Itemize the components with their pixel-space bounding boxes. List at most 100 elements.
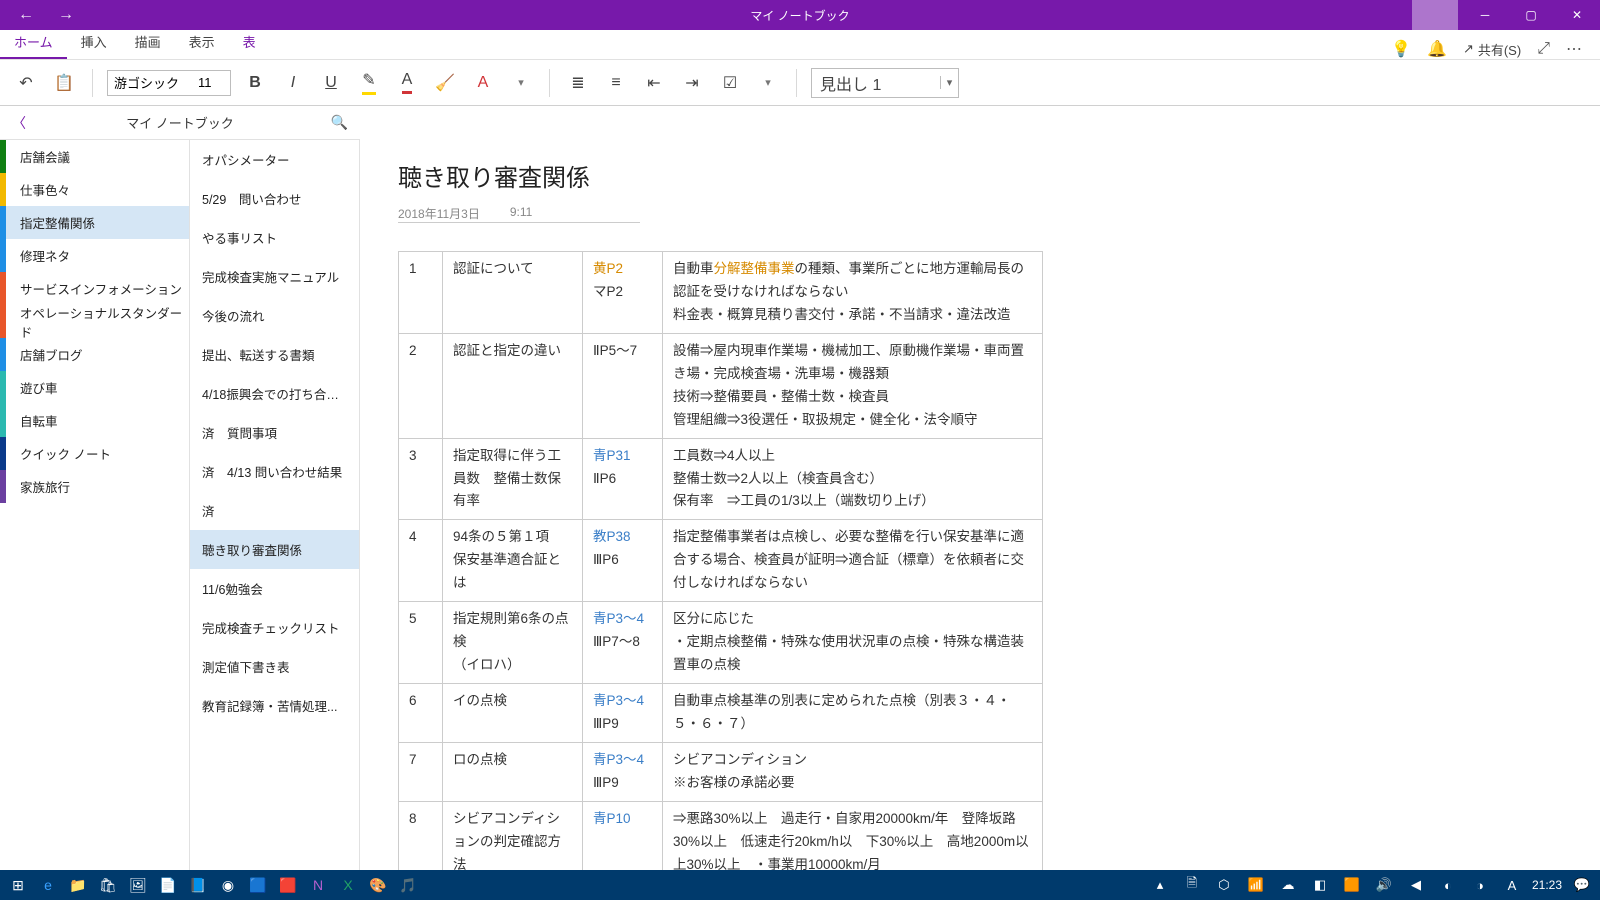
outdent-button[interactable]: ⇤ [640, 69, 668, 97]
section-item[interactable]: 店舗ブログ [0, 338, 189, 371]
tab-table[interactable]: 表 [229, 26, 270, 59]
underline-button[interactable]: U [317, 69, 345, 97]
taskbar-clock[interactable]: 21:23 [1532, 878, 1562, 892]
page-item[interactable]: 教育記録簿・苦情処理... [190, 686, 359, 725]
tab-home[interactable]: ホーム [0, 26, 67, 59]
notebook-back-icon[interactable]: 〈 [12, 113, 26, 133]
store-icon[interactable]: 🛍 [96, 873, 120, 897]
table-row[interactable]: 3指定取得に伴う工員数 整備士数保有率青P31ⅡP6工員数⇒4人以上整備士数⇒2… [399, 438, 1043, 520]
lightbulb-icon[interactable]: 💡 [1391, 39, 1411, 59]
chevron-down-icon[interactable]: ▾ [940, 76, 958, 89]
numbered-list-button[interactable]: ≡ [602, 69, 630, 97]
page-item[interactable]: 聴き取り審査関係 [190, 530, 359, 569]
table-row[interactable]: 7ロの点検青P3～4ⅢP9シビアコンディション※お客様の承諾必要 [399, 742, 1043, 801]
table-row[interactable]: 2認証と指定の違いⅡP5～7設備⇒屋内現車作業場・機械加工、原動機作業場・車両置… [399, 333, 1043, 438]
section-item[interactable]: 仕事色々 [0, 173, 189, 206]
note-table[interactable]: 1認証について黄P2マP2自動車分解整備事業の種類、事業所ごとに地方運輸局長の認… [398, 251, 1043, 884]
back-icon[interactable]: ← [18, 6, 34, 24]
explorer-icon[interactable]: 📁 [66, 873, 90, 897]
bullet-list-button[interactable]: ≣ [564, 69, 592, 97]
style-selector[interactable]: 見出し 1 ▾ [811, 68, 959, 98]
page-item[interactable]: 済 4/13 問い合わせ結果 [190, 452, 359, 491]
action-center-icon[interactable]: 💬 [1570, 873, 1594, 897]
tray-icon[interactable]: 🟧 [1340, 873, 1364, 897]
table-row[interactable]: 5指定規則第6条の点検（イロハ）青P3～4ⅢP7～8区分に応じた・定期点検整備・… [399, 602, 1043, 684]
tray-icon[interactable]: ◀ [1404, 873, 1428, 897]
section-item[interactable]: クイック ノート [0, 437, 189, 470]
page-title[interactable]: 聴き取り審査関係 [398, 158, 590, 201]
page-item[interactable]: 済 質問事項 [190, 413, 359, 452]
onenote-icon[interactable]: N [306, 873, 330, 897]
section-item[interactable]: 自転車 [0, 404, 189, 437]
section-item[interactable]: 店舗会議 [0, 140, 189, 173]
tray-icon[interactable]: ▴ [1148, 873, 1172, 897]
note-pane[interactable]: 聴き取り審査関係 2018年11月3日 9:11 1認証について黄P2マP2自動… [360, 140, 1600, 900]
section-item[interactable]: 修理ネタ [0, 239, 189, 272]
highlight-button[interactable]: ✎ [355, 69, 383, 97]
bold-button[interactable]: B [241, 69, 269, 97]
chevron-down-icon[interactable]: ▾ [507, 69, 535, 97]
section-item[interactable]: 遊び車 [0, 371, 189, 404]
undo-button[interactable]: ↶ [12, 69, 40, 97]
page-item[interactable]: 完成検査チェックリスト [190, 608, 359, 647]
app-icon[interactable]: 📘 [186, 873, 210, 897]
page-item[interactable]: 今後の流れ [190, 296, 359, 335]
share-button[interactable]: ↗ 共有(S) [1463, 40, 1521, 59]
fullscreen-icon[interactable]: ⤢ [1537, 40, 1550, 58]
page-item[interactable]: 済 [190, 491, 359, 530]
tray-icon[interactable]: ◐ [1436, 873, 1460, 897]
cloud-icon[interactable]: ☁ [1276, 873, 1300, 897]
page-item[interactable]: 5/29 問い合わせ [190, 179, 359, 218]
page-item[interactable]: 4/18振興会での打ち合わ... [190, 374, 359, 413]
tab-view[interactable]: 表示 [175, 26, 229, 59]
app-icon[interactable]: 🎵 [396, 873, 420, 897]
search-icon[interactable]: 🔍 [331, 114, 348, 131]
font-color-button[interactable]: A [393, 69, 421, 97]
app-icon[interactable]: 🎨 [366, 873, 390, 897]
font-size-input[interactable] [192, 71, 230, 95]
close-button[interactable]: ✕ [1554, 0, 1600, 30]
chrome-icon[interactable]: ◉ [216, 873, 240, 897]
italic-button[interactable]: I [279, 69, 307, 97]
table-row[interactable]: 6イの点検青P3～4ⅢP9自動車点検基準の別表に定められた点検（別表３・４・５・… [399, 684, 1043, 743]
forward-icon[interactable]: → [58, 6, 74, 24]
tray-icon[interactable]: ◑ [1468, 873, 1492, 897]
page-item[interactable]: 提出、転送する書類 [190, 335, 359, 374]
checkbox-button[interactable]: ☑ [716, 69, 744, 97]
tab-insert[interactable]: 挿入 [67, 26, 121, 59]
app-icon[interactable]: 🟦 [246, 873, 270, 897]
page-item[interactable]: 完成検査実施マニュアル [190, 257, 359, 296]
wifi-icon[interactable]: 📶 [1244, 873, 1268, 897]
section-item[interactable]: オペレーショナルスタンダード [0, 305, 189, 338]
section-item[interactable]: サービスインフォメーション [0, 272, 189, 305]
indent-button[interactable]: ⇥ [678, 69, 706, 97]
font-selector[interactable] [107, 70, 231, 96]
ime-icon[interactable]: A [1500, 873, 1524, 897]
table-row[interactable]: 1認証について黄P2マP2自動車分解整備事業の種類、事業所ごとに地方運輸局長の認… [399, 252, 1043, 334]
volume-icon[interactable]: 🔊 [1372, 873, 1396, 897]
more-icon[interactable]: ⋯ [1566, 39, 1582, 59]
font-name-input[interactable] [108, 71, 192, 95]
edge-icon[interactable]: e [36, 873, 60, 897]
clipboard-button[interactable]: 📋 [50, 69, 78, 97]
tray-icon[interactable]: ◧ [1308, 873, 1332, 897]
app-icon[interactable]: 🖼 [126, 873, 150, 897]
app-icon[interactable]: 🟥 [276, 873, 300, 897]
bell-icon[interactable]: 🔔 [1427, 39, 1447, 59]
table-row[interactable]: 494条の５第１項 保安基準適合証とは教P38ⅢP6指定整備事業者は点検し、必要… [399, 520, 1043, 602]
page-item[interactable]: 測定値下書き表 [190, 647, 359, 686]
maximize-button[interactable]: ▢ [1508, 0, 1554, 30]
minimize-button[interactable]: ─ [1462, 0, 1508, 30]
format-painter-button[interactable]: A [469, 69, 497, 97]
tab-draw[interactable]: 描画 [121, 26, 175, 59]
clear-format-button[interactable]: 🧹 [431, 69, 459, 97]
page-item[interactable]: 11/6勉強会 [190, 569, 359, 608]
excel-icon[interactable]: X [336, 873, 360, 897]
tray-icon[interactable]: ⬡ [1212, 873, 1236, 897]
start-icon[interactable]: ⊞ [6, 873, 30, 897]
page-item[interactable]: オパシメーター [190, 140, 359, 179]
tray-icon[interactable]: 🗎 [1180, 873, 1204, 897]
section-item[interactable]: 家族旅行 [0, 470, 189, 503]
app-icon[interactable]: 📄 [156, 873, 180, 897]
chevron-down-icon[interactable]: ▾ [754, 69, 782, 97]
